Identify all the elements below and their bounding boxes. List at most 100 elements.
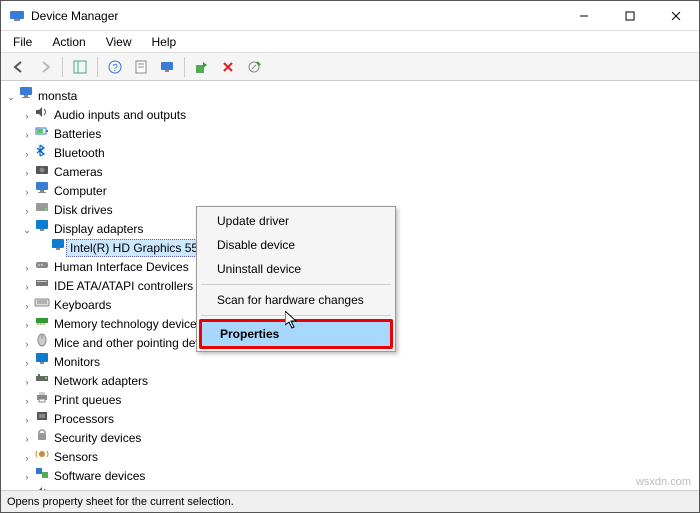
tree-category-label[interactable]: Human Interface Devices [50,258,193,276]
tree-category[interactable]: › Print queues [4,390,696,409]
expander-icon[interactable]: › [20,320,34,330]
toolbar-separator [62,57,63,77]
app-icon [9,8,25,24]
expander-icon[interactable]: › [20,472,34,482]
expander-icon[interactable]: › [20,206,34,216]
disable-button[interactable] [242,55,266,79]
expander-icon[interactable]: › [20,301,34,311]
expander-icon[interactable]: › [20,339,34,349]
tree-category[interactable]: › Network adapters [4,371,696,390]
device-category-icon [34,257,50,271]
context-menu: Update driver Disable device Uninstall d… [196,206,396,352]
minimize-button[interactable] [561,1,607,31]
ctx-properties[interactable]: Properties [199,319,393,349]
device-category-icon [34,124,50,138]
tree-category-label[interactable]: Disk drives [50,201,117,219]
tree-category-label[interactable]: Processors [50,410,118,428]
expander-icon[interactable]: › [20,434,34,444]
expander-icon[interactable]: › [20,168,34,178]
ctx-uninstall-device[interactable]: Uninstall device [199,257,393,281]
tree-category-label[interactable]: Batteries [50,125,105,143]
tree-category-label[interactable]: Network adapters [50,372,152,390]
expander-icon[interactable]: › [20,396,34,406]
menu-action[interactable]: Action [44,33,93,51]
back-button[interactable] [7,55,31,79]
uninstall-button[interactable] [216,55,240,79]
tree-category-label[interactable]: Security devices [50,429,145,447]
tree-category-label[interactable]: Keyboards [50,296,115,314]
tree-category-label[interactable]: Display adapters [50,220,147,238]
tree-category-label[interactable]: Memory technology devices [50,315,207,333]
tree-category-label[interactable]: Mice and other pointing devi [50,334,208,352]
device-category-icon [34,333,50,347]
tree-category[interactable]: › Audio inputs and outputs [4,105,696,124]
menu-file[interactable]: File [5,33,40,51]
expander-icon[interactable]: › [20,358,34,368]
close-button[interactable] [653,1,699,31]
tree-category[interactable]: › Computer [4,181,696,200]
tree-category[interactable]: › Sensors [4,447,696,466]
update-driver-button[interactable] [190,55,214,79]
tree-category-label[interactable]: Bluetooth [50,144,109,162]
tree-root-label[interactable]: monsta [34,87,81,105]
tree-category[interactable]: › Software devices [4,466,696,485]
forward-button[interactable] [33,55,57,79]
tree-category-label[interactable]: Cameras [50,163,107,181]
show-hide-button[interactable] [68,55,92,79]
expander-icon[interactable]: › [20,377,34,387]
device-category-icon [34,352,50,366]
help-button[interactable]: ? [103,55,127,79]
tree-device-label[interactable]: Intel(R) HD Graphics 5500 [66,239,215,257]
device-category-icon [34,143,50,157]
device-category-icon [34,105,50,119]
tree-root[interactable]: ⌄ monsta [4,86,696,105]
properties-button[interactable] [129,55,153,79]
device-category-icon [34,466,50,480]
ctx-disable-device[interactable]: Disable device [199,233,393,257]
toolbar: ? [1,53,699,81]
expander-icon[interactable]: › [20,453,34,463]
tree-category-label[interactable]: Audio inputs and outputs [50,106,190,124]
update-icon [195,60,209,74]
scan-button[interactable] [155,55,179,79]
expander-icon[interactable]: ⌄ [4,92,18,103]
tree-category[interactable]: › Bluetooth [4,143,696,162]
statusbar: Opens property sheet for the current sel… [1,490,699,512]
computer-icon [18,86,34,100]
tree-category[interactable]: › Monitors [4,352,696,371]
tree-category-label[interactable]: Sensors [50,448,102,466]
panel-icon [73,60,87,74]
disable-icon [247,60,261,74]
display-adapter-icon [50,238,66,252]
tree-category[interactable]: › Batteries [4,124,696,143]
window-title: Device Manager [31,9,561,23]
expander-icon[interactable]: › [20,149,34,159]
device-category-icon [34,409,50,423]
expander-icon[interactable]: › [20,415,34,425]
tree-category[interactable]: › Cameras [4,162,696,181]
expander-icon[interactable]: › [20,263,34,273]
back-arrow-icon [12,60,26,74]
expander-icon[interactable]: ⌄ [20,225,34,236]
titlebar: Device Manager [1,1,699,31]
minimize-icon [579,11,589,21]
maximize-icon [625,11,635,21]
menu-view[interactable]: View [98,33,140,51]
device-category-icon [34,428,50,442]
tree-category-label[interactable]: Software devices [50,467,149,485]
expander-icon[interactable]: › [20,111,34,121]
expander-icon[interactable]: › [20,130,34,140]
menu-help[interactable]: Help [144,33,185,51]
tree-category-label[interactable]: Computer [50,182,111,200]
tree-category-label[interactable]: Monitors [50,353,104,371]
tree-category[interactable]: › Processors [4,409,696,428]
expander-icon[interactable]: › [20,282,34,292]
tree-category-label[interactable]: Print queues [50,391,125,409]
ctx-scan-hardware[interactable]: Scan for hardware changes [199,288,393,312]
tree-category-label[interactable]: IDE ATA/ATAPI controllers [50,277,197,295]
tree-category[interactable]: › Security devices [4,428,696,447]
properties-icon [134,60,148,74]
ctx-update-driver[interactable]: Update driver [199,209,393,233]
expander-icon[interactable]: › [20,187,34,197]
maximize-button[interactable] [607,1,653,31]
